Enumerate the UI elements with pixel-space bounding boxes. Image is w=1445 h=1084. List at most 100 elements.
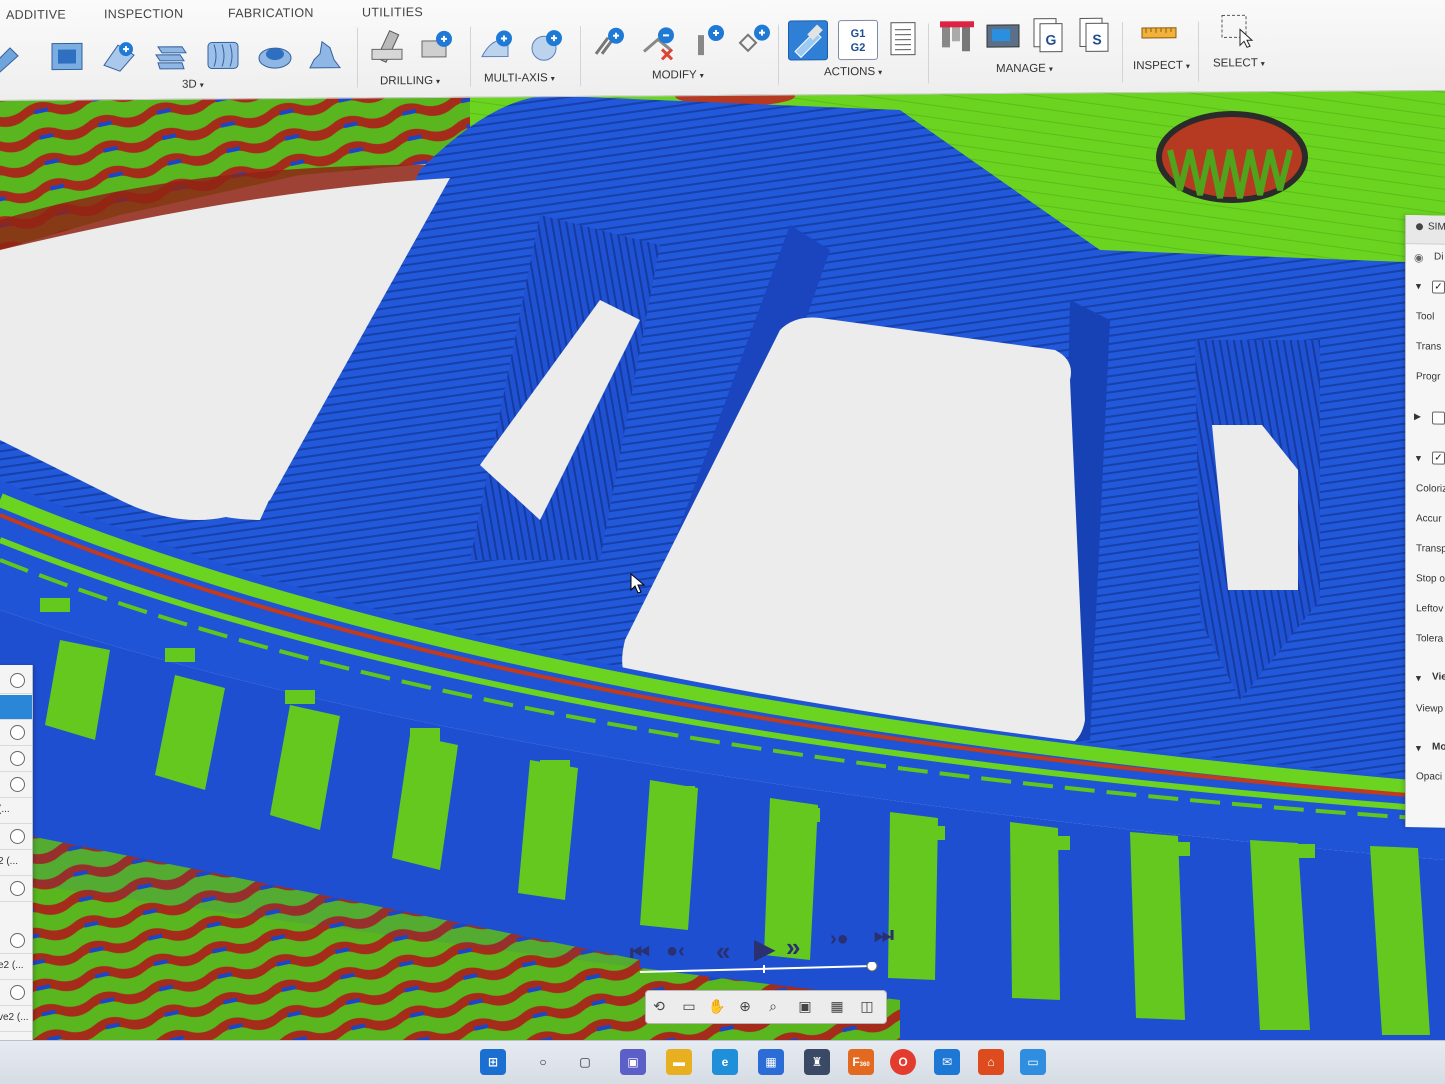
scallop-icon[interactable] bbox=[256, 36, 294, 74]
group-manage-label[interactable]: MANAGE ▾ bbox=[996, 63, 1053, 75]
post-process-icon[interactable]: G1 G2 bbox=[838, 19, 878, 61]
step-forward-button[interactable]: » bbox=[786, 932, 800, 963]
panel-collapse-icon[interactable] bbox=[1416, 223, 1423, 231]
app-icon[interactable]: ♜ bbox=[804, 1049, 830, 1075]
expand-triangle-icon[interactable]: ▼ bbox=[1414, 743, 1423, 753]
list-item[interactable]: (... bbox=[0, 799, 32, 824]
accuracy-label: Accur bbox=[1416, 513, 1442, 525]
calendar-icon[interactable]: ▦ bbox=[758, 1049, 784, 1075]
group-3d-label[interactable]: 3D ▾ bbox=[182, 79, 204, 91]
play-button[interactable]: ▶ bbox=[754, 932, 776, 965]
adaptive-clearing-icon[interactable] bbox=[0, 38, 24, 76]
list-item[interactable]: ve2 (... bbox=[0, 1007, 32, 1032]
visibility-icon[interactable] bbox=[10, 881, 25, 896]
go-to-end-button[interactable]: ⏭ bbox=[874, 922, 894, 948]
group-inspect-label[interactable]: INSPECT ▾ bbox=[1133, 60, 1190, 72]
visibility-icon[interactable] bbox=[10, 751, 25, 766]
setup-sheet-icon[interactable] bbox=[884, 20, 922, 58]
office-icon[interactable]: ⌂ bbox=[978, 1049, 1004, 1075]
collapse-triangle-icon[interactable]: ▶ bbox=[1414, 411, 1421, 422]
list-item[interactable] bbox=[0, 825, 32, 850]
eye-icon[interactable]: ◉ bbox=[1414, 251, 1424, 264]
mail-icon[interactable]: ✉ bbox=[934, 1049, 960, 1075]
list-item[interactable]: 2 (... bbox=[0, 851, 32, 876]
tool-checkbox[interactable]: ✓ bbox=[1432, 280, 1445, 294]
task-view-icon[interactable]: ▢ bbox=[572, 1049, 598, 1075]
opera-icon[interactable]: O bbox=[890, 1049, 916, 1075]
edge-browser-icon[interactable]: e bbox=[712, 1049, 738, 1075]
viewports-icon[interactable]: ◫ bbox=[858, 997, 876, 1015]
expand-triangle-icon[interactable]: ▼ bbox=[1414, 453, 1423, 463]
simulate-icon[interactable] bbox=[788, 20, 828, 61]
simulation-timeline-slider[interactable] bbox=[640, 962, 880, 976]
template-library-icon[interactable]: S bbox=[1076, 14, 1114, 52]
tab-utilities[interactable]: UTILITIES bbox=[362, 5, 423, 19]
expand-triangle-icon[interactable]: ▼ bbox=[1414, 281, 1423, 291]
list-item[interactable] bbox=[0, 747, 32, 772]
chat-icon[interactable]: ▣ bbox=[620, 1049, 646, 1075]
pan-hand-icon[interactable]: ✋ bbox=[708, 997, 726, 1015]
drill-icon[interactable] bbox=[368, 29, 406, 67]
group-drilling-label[interactable]: DRILLING ▾ bbox=[380, 75, 440, 87]
group-select-label[interactable]: SELECT ▾ bbox=[1213, 57, 1265, 69]
multi-axis-contour-icon[interactable] bbox=[528, 26, 566, 64]
display-settings-icon[interactable]: ▣ bbox=[796, 997, 814, 1015]
viewport-navigation-bar: ⟲ ▭ ✋ ⊕ ⌕ ▣ ▦ ◫ bbox=[645, 990, 887, 1024]
start-menu-icon[interactable]: ⊞ bbox=[480, 1049, 506, 1075]
edit-notes-icon[interactable] bbox=[736, 21, 774, 59]
expand-triangle-icon[interactable]: ▼ bbox=[1414, 673, 1423, 683]
svg-text:G: G bbox=[1046, 32, 1057, 48]
list-item[interactable] bbox=[0, 929, 32, 954]
grid-settings-icon[interactable]: ▦ bbox=[828, 997, 846, 1015]
group-actions-label[interactable]: ACTIONS ▾ bbox=[824, 66, 882, 78]
swarf-icon[interactable] bbox=[478, 26, 516, 64]
post-library-icon[interactable]: G bbox=[1030, 15, 1068, 53]
tab-inspection[interactable]: INSPECTION bbox=[104, 7, 183, 22]
visibility-icon[interactable] bbox=[10, 985, 25, 1000]
group-modify-label[interactable]: MODIFY ▾ bbox=[652, 69, 704, 81]
simulation-viewport[interactable]: ⏮ ●‹ « ▶ » ›● ⏭ ⟲ ▭ ✋ ⊕ ⌕ ▣ ▦ ◫ bbox=[0, 90, 1445, 1060]
hole-recognition-icon[interactable] bbox=[418, 27, 456, 65]
parallel-icon[interactable] bbox=[204, 36, 242, 74]
look-at-icon[interactable]: ▭ bbox=[680, 997, 698, 1015]
list-item[interactable] bbox=[0, 773, 32, 798]
window-select-icon[interactable] bbox=[1218, 11, 1256, 49]
trim-toolpath-icon[interactable] bbox=[590, 24, 628, 62]
machine-library-icon[interactable] bbox=[984, 17, 1022, 55]
list-item[interactable]: e2 (... bbox=[0, 955, 32, 980]
search-icon[interactable]: ○ bbox=[530, 1049, 556, 1075]
orbit-icon[interactable]: ⟲ bbox=[650, 997, 668, 1015]
fit-zoom-icon[interactable]: ⌕ bbox=[764, 997, 782, 1015]
fusion-360-icon[interactable]: F360 bbox=[848, 1049, 874, 1075]
tab-additive[interactable]: ADDITIVE bbox=[6, 8, 66, 22]
visibility-icon[interactable] bbox=[10, 829, 25, 844]
steep-and-shallow-icon[interactable] bbox=[100, 37, 138, 75]
zoom-icon[interactable]: ⊕ bbox=[736, 997, 754, 1015]
tab-fabrication[interactable]: FABRICATION bbox=[228, 6, 314, 21]
program-label: Progr bbox=[1416, 371, 1441, 383]
list-item-selected[interactable] bbox=[0, 695, 32, 720]
visibility-icon[interactable] bbox=[10, 725, 25, 740]
previous-event-button[interactable]: ●‹ bbox=[666, 940, 685, 963]
pocket-clearing-icon[interactable] bbox=[48, 37, 86, 75]
stock-checkbox[interactable]: ✓ bbox=[1432, 451, 1445, 465]
visibility-icon[interactable] bbox=[10, 777, 25, 792]
visibility-icon[interactable] bbox=[10, 673, 25, 688]
tool-library-icon[interactable] bbox=[938, 17, 976, 55]
visibility-icon[interactable] bbox=[10, 933, 25, 948]
toolpath-checkbox[interactable] bbox=[1432, 411, 1445, 425]
file-explorer-icon[interactable]: ▬ bbox=[666, 1049, 692, 1075]
delete-toolpath-icon[interactable] bbox=[640, 23, 678, 61]
list-item[interactable] bbox=[0, 877, 32, 902]
timeline-handle[interactable] bbox=[866, 962, 878, 972]
next-event-button[interactable]: ›● bbox=[830, 928, 849, 951]
tool-orientation-icon[interactable] bbox=[690, 21, 728, 59]
horizontal-icon[interactable] bbox=[152, 37, 190, 75]
list-item[interactable] bbox=[0, 721, 32, 746]
remote-desktop-icon[interactable]: ▭ bbox=[1020, 1049, 1046, 1075]
list-item[interactable] bbox=[0, 669, 32, 694]
group-multi-axis-label[interactable]: MULTI-AXIS ▾ bbox=[484, 72, 555, 84]
contour-icon[interactable] bbox=[306, 36, 344, 74]
measure-icon[interactable] bbox=[1140, 14, 1178, 52]
list-item[interactable] bbox=[0, 981, 32, 1006]
